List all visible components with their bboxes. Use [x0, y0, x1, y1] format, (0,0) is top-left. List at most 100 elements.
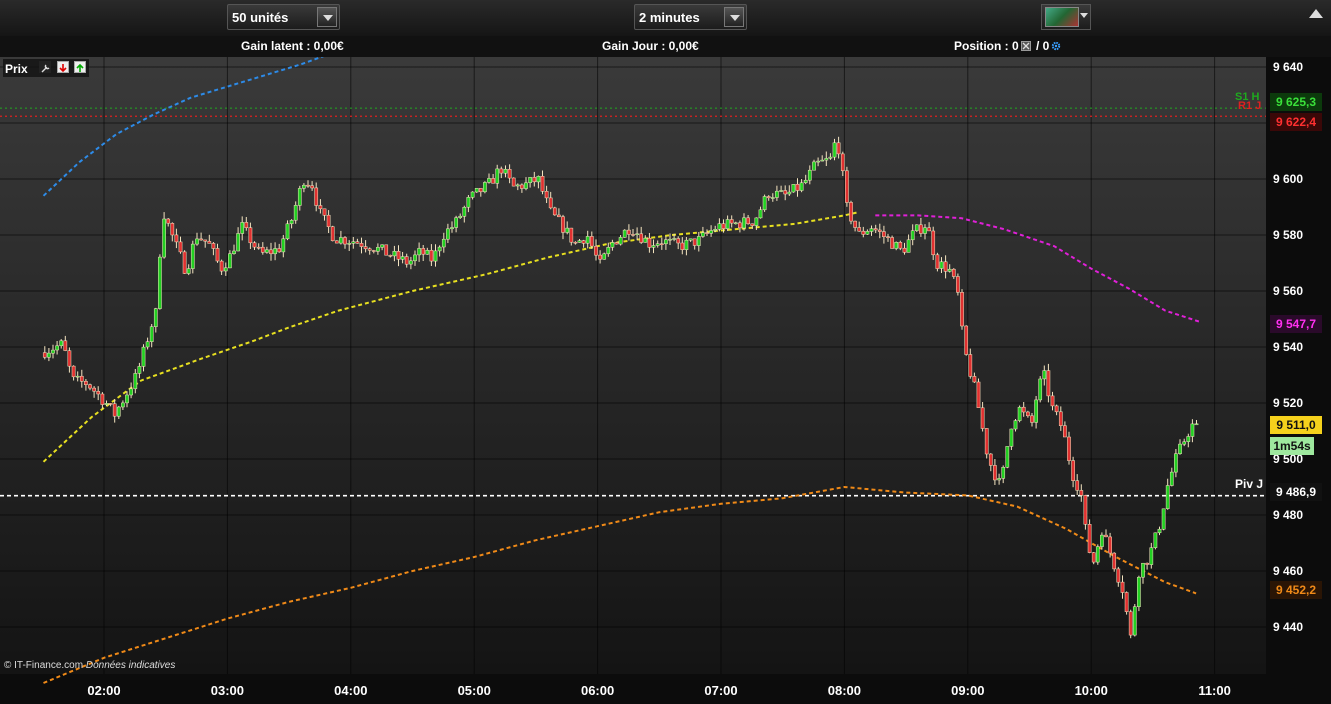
close-position-icon[interactable] [1020, 41, 1031, 51]
plot-background [0, 57, 1266, 674]
candle-body [285, 223, 290, 240]
candle-body [791, 184, 796, 193]
candle-body [1190, 423, 1195, 437]
candle-body [207, 241, 212, 244]
candle-body [775, 190, 779, 198]
candle-body [334, 240, 339, 244]
candle-body [647, 237, 652, 248]
scroll-up-icon[interactable] [1309, 9, 1323, 18]
price-chart[interactable]: 9 6409 6209 6009 5809 5609 5409 5209 500… [0, 0, 1331, 704]
candle-body [409, 260, 413, 265]
candle-body [326, 214, 331, 227]
candle-body [980, 407, 985, 429]
chart-tools-button[interactable] [1041, 4, 1091, 30]
candle-body [984, 428, 989, 455]
candle-body [857, 227, 862, 232]
candle-body [269, 249, 273, 255]
candle-body [569, 227, 574, 243]
candle-body [762, 196, 767, 211]
candle-body [277, 248, 282, 253]
candle-body [195, 238, 199, 245]
candle-body [651, 245, 656, 248]
candle-body [215, 248, 220, 262]
candle-body [540, 176, 545, 192]
move-up-icon[interactable] [74, 61, 86, 73]
candle-body [565, 227, 570, 233]
candle-body [770, 197, 775, 199]
candle-body [1124, 592, 1129, 612]
candle-body [960, 292, 964, 327]
candle-body [672, 238, 676, 240]
candle-body [787, 191, 792, 195]
candle-body [750, 223, 755, 226]
candle-body [1013, 420, 1018, 430]
wrench-icon[interactable] [39, 61, 51, 73]
candle-body [1009, 428, 1014, 447]
candle-body [544, 191, 549, 199]
candle-body [174, 234, 179, 243]
candle-body [1083, 495, 1088, 525]
candle-body [919, 224, 923, 234]
candle-body [228, 253, 232, 269]
candle-body [511, 177, 516, 187]
chevron-down-icon[interactable] [724, 7, 744, 27]
candle-body [433, 250, 438, 262]
candle-body [265, 249, 269, 253]
candle-body [1120, 581, 1125, 593]
candle-body [376, 247, 380, 252]
candle-body [902, 247, 907, 253]
candle-body [676, 238, 681, 244]
candle-body [190, 243, 195, 269]
candle-body [684, 239, 689, 250]
position-info: Position : 0 / 0 [954, 39, 1063, 53]
move-down-icon[interactable] [57, 61, 69, 73]
candle-body [717, 223, 722, 230]
candle-body [733, 222, 738, 225]
toolbar: 50 unités 2 minutes [0, 0, 1331, 36]
candle-body [1169, 471, 1174, 486]
candle-body [610, 242, 615, 248]
x-tick-label: 06:00 [581, 683, 614, 698]
candle-body [417, 248, 421, 256]
candle-body [795, 184, 800, 191]
candle-body [877, 229, 882, 232]
candle-body [149, 326, 154, 342]
candle-body [47, 352, 51, 358]
candle-body [692, 238, 697, 246]
candle-body [252, 242, 257, 248]
timeframe-dropdown[interactable]: 2 minutes [634, 4, 747, 30]
candle-body [96, 391, 101, 395]
y-tick-label: 9 440 [1273, 620, 1303, 634]
pivot-price-tag: 9 486,9 [1270, 483, 1322, 501]
candle-body [413, 254, 417, 262]
candle-body [1071, 460, 1075, 481]
candle-body [240, 222, 245, 234]
candle-body [528, 177, 532, 183]
candle-body [470, 191, 475, 198]
position-separator: / 0 [1036, 39, 1050, 53]
candle-body [849, 202, 853, 222]
quantity-dropdown[interactable]: 50 unités [227, 4, 340, 30]
candle-body [606, 247, 611, 255]
candle-body [721, 223, 726, 229]
candle-body [1161, 508, 1166, 530]
candle-body [392, 251, 397, 257]
candle-body [803, 179, 808, 183]
candle-body [1034, 399, 1038, 423]
candle-body [223, 267, 228, 272]
candle-body [515, 184, 520, 187]
candle-body [84, 381, 88, 385]
candle-body [668, 238, 672, 241]
candle-body [520, 184, 524, 189]
candle-body [1174, 453, 1178, 473]
chevron-down-icon[interactable] [317, 7, 337, 27]
candle-body [450, 227, 454, 230]
candle-body [318, 205, 323, 210]
candle-body [1063, 425, 1067, 438]
candle-body [536, 176, 541, 183]
candle-body [894, 242, 899, 249]
candle-body [297, 188, 302, 206]
gear-icon[interactable] [1051, 41, 1061, 51]
candle-body [943, 261, 948, 272]
candle-body [483, 182, 487, 193]
